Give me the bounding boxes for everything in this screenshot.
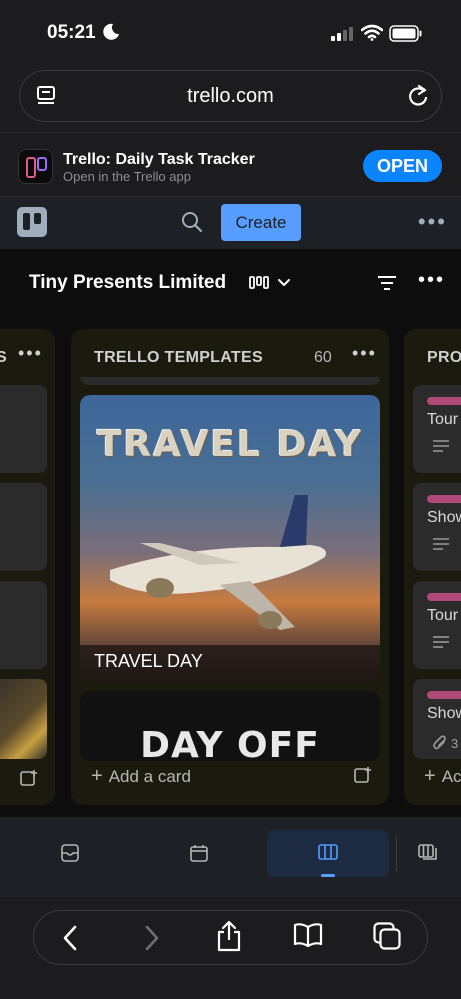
trello-logo-icon[interactable] (17, 207, 47, 237)
more-menu-icon[interactable]: ••• (418, 209, 447, 235)
back-icon[interactable] (62, 924, 78, 952)
url-text[interactable]: trello.com (20, 85, 441, 108)
card-label (427, 397, 461, 405)
create-button[interactable]: Create (221, 204, 301, 241)
browser-toolbar: trello.com (0, 62, 461, 132)
search-icon[interactable] (181, 211, 203, 233)
tab-board[interactable] (267, 830, 389, 877)
tab-switch-boards[interactable] (400, 830, 455, 877)
tab-planner[interactable] (138, 830, 260, 877)
list-card-count: 60 (314, 349, 332, 366)
list-card[interactable] (0, 679, 47, 759)
list-card[interactable]: Tour (413, 581, 461, 669)
forward-icon[interactable] (144, 924, 160, 952)
bookmarks-icon[interactable] (293, 922, 323, 948)
add-card-label: Ac (441, 767, 461, 786)
browser-nav-pill (33, 910, 428, 965)
card-label (427, 691, 461, 699)
list-card[interactable]: Tour (413, 385, 461, 473)
description-icon (433, 636, 449, 648)
card-label (427, 593, 461, 601)
board-title[interactable]: Tiny Presents Limited (29, 272, 226, 294)
airplane-image (80, 495, 380, 682)
board-list: PRO Tour Show Tour Show 3 +Ac (404, 329, 461, 805)
moon-icon (103, 23, 119, 40)
board-view-switcher-icon[interactable] (249, 275, 297, 291)
status-time: 05:21 (47, 22, 96, 43)
attachment-icon (433, 735, 446, 750)
switch-boards-icon (417, 844, 437, 860)
reload-icon[interactable] (407, 84, 429, 108)
board-more-icon[interactable]: ••• (418, 269, 445, 292)
active-tab-indicator (321, 874, 335, 877)
tabs-icon[interactable] (373, 922, 401, 950)
board-list: TRELLO TEMPLATES 60 ••• TRAVEL DAY TRAVE… (71, 329, 389, 805)
template-card-travel-day[interactable]: TRAVEL DAY TRAVEL DAY (80, 395, 380, 682)
calendar-icon (190, 845, 208, 862)
divider (396, 837, 397, 871)
list-card[interactable] (0, 483, 47, 571)
add-card-label: Add a card (108, 767, 191, 786)
previous-card-edge[interactable] (80, 377, 380, 385)
open-app-button[interactable]: OPEN (363, 150, 442, 182)
view-switcher-bar (0, 817, 461, 897)
list-card[interactable]: Show (413, 483, 461, 571)
share-icon[interactable] (216, 920, 242, 952)
trello-header: Create ••• (0, 196, 461, 249)
address-bar[interactable]: trello.com (19, 70, 442, 122)
list-title[interactable]: PRO (427, 349, 461, 367)
board-list: S ••• (0, 329, 55, 805)
card-title: Show (427, 509, 461, 526)
card-title: Show (427, 705, 461, 722)
board-canvas: Tiny Presents Limited ••• S ••• TRELLO T… (0, 249, 461, 817)
card-label (427, 495, 461, 503)
app-banner-subtitle: Open in the Trello app (63, 169, 191, 184)
description-icon (433, 440, 449, 452)
inbox-icon (61, 844, 79, 862)
card-title: Tour (427, 411, 459, 428)
board-icon (318, 844, 338, 860)
wifi-icon (361, 24, 383, 41)
browser-bottom-toolbar (0, 897, 461, 999)
list-more-icon[interactable]: ••• (352, 343, 377, 364)
list-card[interactable] (0, 581, 47, 669)
trello-app-icon (18, 149, 53, 184)
create-from-template-icon[interactable] (20, 769, 38, 787)
list-card[interactable] (0, 385, 47, 473)
template-card-day-off[interactable]: DAY OFF (80, 691, 380, 761)
card-title: TRAVEL DAY (94, 651, 203, 671)
list-card[interactable]: Show 3 (413, 679, 461, 759)
filter-icon[interactable] (377, 275, 397, 291)
list-title[interactable]: S (0, 349, 7, 367)
description-icon (433, 538, 449, 550)
create-from-template-icon[interactable] (354, 766, 372, 784)
add-card-button[interactable]: + Add a card (91, 765, 191, 788)
list-title[interactable]: TRELLO TEMPLATES (94, 349, 263, 367)
add-card-button[interactable]: + Ac (424, 765, 461, 788)
card-cover-text: DAY OFF (140, 725, 320, 761)
app-banner-title: Trello: Daily Task Tracker (63, 151, 255, 168)
tab-inbox[interactable] (9, 830, 131, 877)
list-more-icon[interactable]: ••• (18, 343, 43, 364)
attachment-count: 3 (451, 736, 459, 751)
battery-icon (389, 25, 422, 42)
card-title: Tour (427, 607, 459, 624)
cellular-signal-icon (331, 27, 353, 41)
status-bar: 05:21 (0, 0, 461, 62)
